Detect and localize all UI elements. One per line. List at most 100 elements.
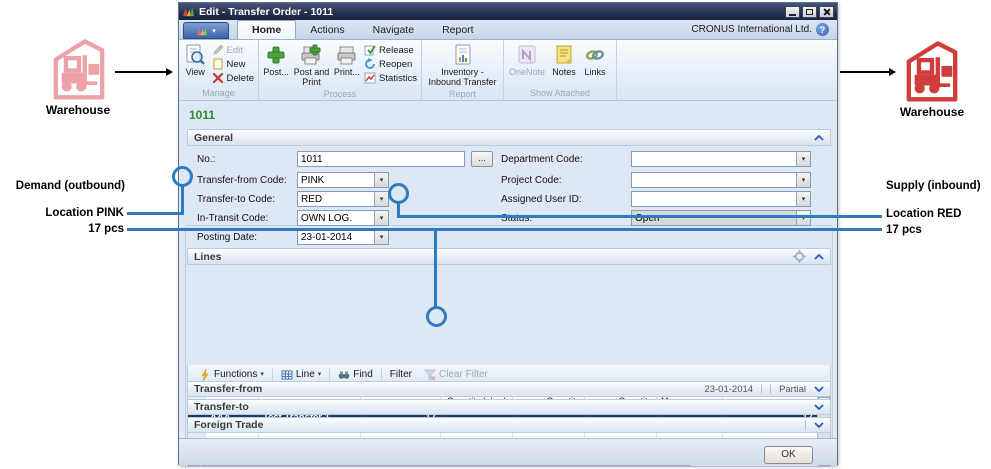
lightning-icon	[199, 369, 211, 381]
title-bar[interactable]: Edit - Transfer Order - 1011	[179, 3, 837, 20]
dropdown-arrow-icon[interactable]: ▾	[796, 152, 810, 166]
no-lookup-button[interactable]: ...	[471, 151, 493, 167]
statistics-button[interactable]: Statistics	[362, 72, 419, 84]
tab-navigate[interactable]: Navigate	[359, 21, 428, 39]
lines-fasttab-header[interactable]: Lines	[187, 248, 831, 265]
department-code-input[interactable]	[632, 152, 796, 166]
dropdown-arrow-icon[interactable]: ▾	[374, 230, 388, 244]
help-icon[interactable]: ?	[816, 23, 829, 36]
warehouse-icon	[903, 38, 961, 104]
close-button[interactable]	[819, 6, 834, 18]
callout-line-vertical-left	[181, 186, 184, 215]
application-menu-button[interactable]: ▾	[183, 22, 229, 39]
location-red-label: Location RED	[886, 208, 961, 220]
no-field[interactable]	[297, 151, 465, 167]
status-field: ▾	[631, 210, 811, 226]
view-button[interactable]: View	[181, 42, 210, 80]
new-button[interactable]: New	[210, 58, 256, 70]
delete-button[interactable]: Delete	[210, 72, 256, 84]
release-button[interactable]: Release	[362, 44, 419, 56]
transfer-from-code-input[interactable]	[298, 173, 374, 187]
tab-actions[interactable]: Actions	[296, 21, 358, 39]
edit-pencil-icon	[212, 44, 224, 56]
dropdown-arrow-icon[interactable]: ▾	[796, 192, 810, 206]
general-fasttab-title: General	[194, 132, 233, 144]
warehouse-label-right: Warehouse	[882, 105, 982, 119]
location-pink-label: Location PINK	[0, 207, 124, 219]
transfer-from-fasttab[interactable]: Transfer-from 23-01-2014 Partial	[187, 381, 831, 397]
callout-line-location-red	[399, 215, 882, 218]
delete-x-icon	[212, 72, 224, 84]
binoculars-icon	[338, 369, 350, 381]
warehouse-icon	[50, 36, 108, 102]
ribbon: View Edit	[179, 40, 837, 101]
notes-button[interactable]: Notes	[548, 42, 580, 80]
posting-date-field[interactable]: ▾	[297, 229, 389, 245]
tab-home[interactable]: Home	[237, 20, 296, 39]
window-title: Edit - Transfer Order - 1011	[199, 6, 783, 18]
assigned-user-id-input[interactable]	[632, 192, 796, 206]
field-label-transfer-to: Transfer-to Code:	[197, 194, 275, 205]
reopen-button[interactable]: Reopen	[362, 58, 419, 70]
chevron-down-icon[interactable]	[814, 422, 824, 428]
callout-line-location-pink	[127, 212, 183, 215]
demand-outbound-label: Demand (outbound)	[0, 180, 125, 192]
field-label-no: No.:	[197, 154, 215, 165]
ribbon-group-report: Inventory - Inbound Transfer Report	[422, 40, 504, 100]
post-and-print-icon	[300, 44, 322, 66]
department-code-field[interactable]: ▾	[631, 151, 811, 167]
posting-date-input[interactable]	[298, 230, 374, 244]
links-button[interactable]: Links	[580, 42, 610, 80]
group-label-manage: Manage	[181, 88, 256, 100]
chevron-down-icon: ▾	[260, 372, 264, 378]
tab-report[interactable]: Report	[428, 21, 488, 39]
printer-icon	[336, 44, 358, 66]
post-button[interactable]: Post...	[261, 42, 291, 80]
chevron-down-icon: ▾	[318, 372, 322, 378]
transfer-to-fasttab[interactable]: Transfer-to	[187, 399, 831, 415]
transfer-to-code-input[interactable]	[298, 192, 374, 206]
print-button[interactable]: Print...	[332, 42, 362, 80]
in-transit-code-input[interactable]	[298, 211, 374, 225]
flow-arrow-left	[115, 71, 167, 73]
chevron-up-icon[interactable]	[814, 135, 824, 141]
ok-button[interactable]: OK	[764, 446, 813, 464]
transfer-from-code-field[interactable]: ▾	[297, 172, 389, 188]
chevron-down-icon: ▾	[212, 27, 216, 35]
ribbon-tab-row: ▾ Home Actions Navigate Report CRONUS In…	[179, 20, 837, 40]
project-code-field[interactable]: ▾	[631, 172, 811, 188]
table-icon	[281, 369, 293, 381]
maximize-button[interactable]	[802, 6, 817, 18]
screenshot-stage: Warehouse Demand (outbound) Location PIN…	[0, 0, 991, 469]
post-and-print-button[interactable]: Post and Print	[291, 42, 332, 89]
general-fasttab-header[interactable]: General	[187, 129, 831, 146]
filter-button[interactable]: Filter	[385, 367, 417, 382]
assigned-user-id-field[interactable]: ▾	[631, 191, 811, 207]
group-label-show-attached: Show Attached	[506, 88, 614, 100]
maximize-icon	[806, 9, 813, 15]
dropdown-arrow-icon[interactable]: ▾	[374, 211, 388, 225]
transfer-to-code-field[interactable]: ▾	[297, 191, 389, 207]
close-icon	[823, 8, 831, 16]
foreign-trade-fasttab[interactable]: Foreign Trade	[187, 417, 831, 433]
field-label-assigned-user: Assigned User ID:	[501, 194, 582, 205]
dropdown-arrow-icon[interactable]: ▾	[796, 173, 810, 187]
flow-arrow-right	[840, 71, 890, 73]
dropdown-arrow-icon[interactable]: ▾	[374, 173, 388, 187]
gear-icon[interactable]	[793, 250, 806, 263]
chevron-down-icon[interactable]	[814, 404, 824, 410]
project-code-input[interactable]	[632, 173, 796, 187]
onenote-button[interactable]: OneNote	[506, 42, 548, 80]
chevron-down-icon[interactable]	[814, 386, 824, 392]
page-caption: 1011	[189, 108, 215, 122]
minimize-icon	[789, 14, 796, 16]
in-transit-code-field[interactable]: ▾	[297, 210, 389, 226]
separator	[761, 384, 762, 394]
no-input[interactable]	[298, 152, 464, 166]
dropdown-arrow-icon[interactable]: ▾	[374, 192, 388, 206]
edit-button[interactable]: Edit	[210, 44, 256, 56]
bottom-button-bar: OK	[179, 438, 837, 465]
inventory-inbound-transfer-button[interactable]: Inventory - Inbound Transfer	[424, 42, 501, 89]
chevron-up-icon[interactable]	[814, 254, 824, 260]
minimize-button[interactable]	[785, 6, 800, 18]
